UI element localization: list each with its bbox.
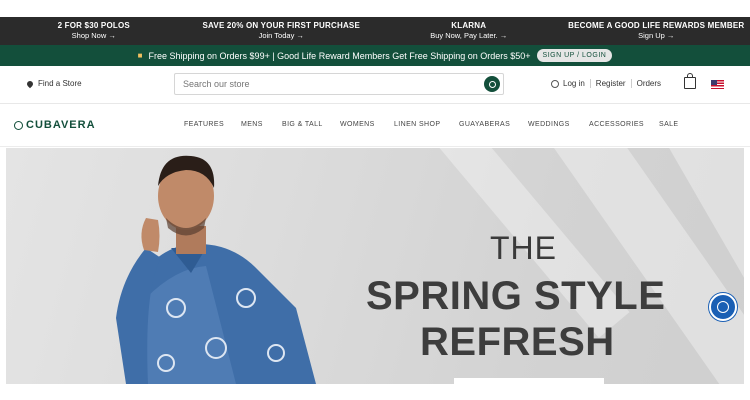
promo-rewards[interactable]: BECOME A GOOD LIFE REWARDS MEMBER Sign U… <box>563 17 750 45</box>
search-input[interactable] <box>181 78 475 90</box>
promo-link[interactable]: Buy Now, Pay Later. → <box>375 31 563 41</box>
promo-bar: 2 FOR $30 POLOS Shop Now → SAVE 20% ON Y… <box>0 17 750 45</box>
hero-title-line-2: SPRING STYLE <box>366 274 666 318</box>
hero-title-line-1: THE <box>490 230 557 266</box>
promo-first-purchase[interactable]: SAVE 20% ON YOUR FIRST PURCHASE Join Tod… <box>188 17 376 45</box>
nav-accessories[interactable]: ACCESSORIES <box>589 121 644 128</box>
user-icon <box>551 79 559 88</box>
hero-cta-button[interactable] <box>454 378 604 384</box>
find-store-label: Find a Store <box>38 79 82 88</box>
register-link[interactable]: Register <box>596 79 626 88</box>
nav-guayaberas[interactable]: GUAYABERAS <box>459 121 510 128</box>
utility-bar: Find a Store Log in Register Orders <box>0 66 750 104</box>
divider <box>630 79 632 88</box>
shopping-bag-icon[interactable] <box>684 73 696 89</box>
main-nav: CUBAVERA FEATURES MENS BIG & TALL WOMENS… <box>0 104 750 147</box>
shipping-text: Free Shipping on Orders $99+ | Good Life… <box>148 50 531 61</box>
search-icon <box>488 80 496 88</box>
model-image <box>116 155 316 384</box>
promo-link[interactable]: Sign Up → <box>563 31 750 41</box>
nav-sale[interactable]: SALE <box>659 121 679 128</box>
promo-polos[interactable]: 2 FOR $30 POLOS Shop Now → <box>0 17 188 45</box>
truck-icon: ■ <box>137 51 143 60</box>
account-links: Log in Register Orders <box>551 79 661 88</box>
nav-womens[interactable]: WOMENS <box>340 121 375 128</box>
nav-big-tall[interactable]: BIG & TALL <box>282 121 323 128</box>
nav-mens[interactable]: MENS <box>241 121 263 128</box>
promo-link[interactable]: Shop Now → <box>0 31 188 41</box>
promo-title: SAVE 20% ON YOUR FIRST PURCHASE <box>202 21 360 30</box>
location-pin-icon <box>25 79 35 88</box>
promo-klarna[interactable]: KLARNA Buy Now, Pay Later. → <box>375 17 563 45</box>
nav-weddings[interactable]: WEDDINGS <box>528 121 570 128</box>
login-link[interactable]: Log in <box>563 79 585 88</box>
hero-title-line-3: REFRESH <box>420 320 615 364</box>
us-flag-icon[interactable] <box>711 80 724 89</box>
nav-features[interactable]: FEATURES <box>184 121 224 128</box>
logo-text: CUBAVERA <box>26 119 96 131</box>
promo-link[interactable]: Join Today → <box>188 31 376 41</box>
search-box[interactable] <box>174 73 504 95</box>
promo-title: KLARNA <box>451 21 487 30</box>
nav-linen-shop[interactable]: LINEN SHOP <box>394 121 440 128</box>
promo-title: 2 FOR $30 POLOS <box>57 21 130 30</box>
logo[interactable]: CUBAVERA <box>14 119 96 131</box>
search-button[interactable] <box>484 76 500 92</box>
accessibility-icon <box>717 301 729 313</box>
hero-banner[interactable]: THE SPRING STYLE REFRESH <box>6 148 744 384</box>
find-store-link[interactable]: Find a Store <box>25 79 82 88</box>
accessibility-button[interactable] <box>709 293 737 321</box>
promo-title: BECOME A GOOD LIFE REWARDS MEMBER <box>568 21 745 30</box>
divider <box>589 79 591 88</box>
signup-login-button[interactable]: SIGN UP / LOGIN <box>536 49 613 62</box>
orders-link[interactable]: Orders <box>637 79 661 88</box>
shipping-banner: ■ Free Shipping on Orders $99+ | Good Li… <box>0 45 750 66</box>
logo-mark-icon <box>14 120 23 130</box>
